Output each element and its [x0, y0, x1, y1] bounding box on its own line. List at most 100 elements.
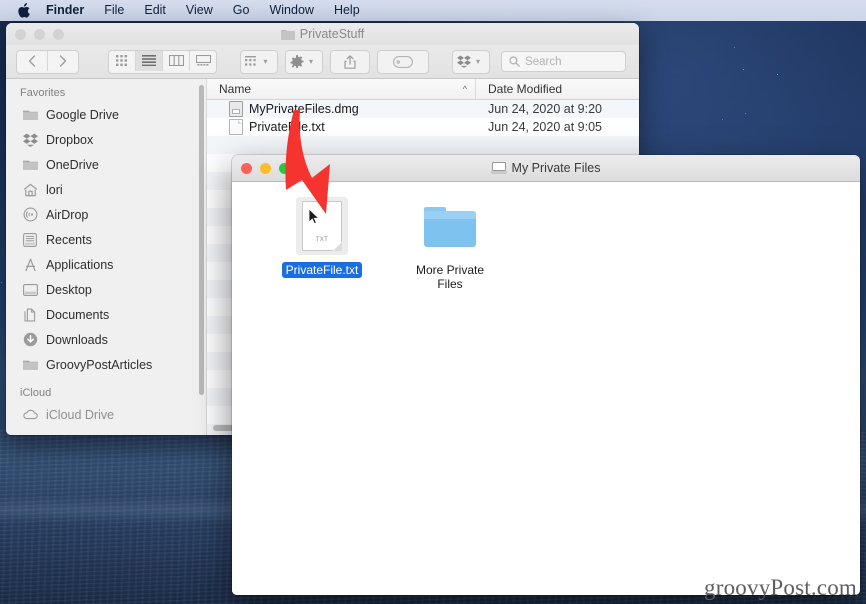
finder-titlebar: PrivateStuff	[6, 23, 639, 45]
search-icon	[509, 56, 520, 67]
menu-item-window[interactable]: Window	[259, 0, 323, 21]
finder-sidebar[interactable]: Favorites Google Drive Dropbox OneDrive	[6, 79, 207, 435]
front-window-body[interactable]: TXT PrivateFile.txt More Private Files	[232, 182, 860, 595]
recents-icon	[22, 232, 38, 248]
sidebar-item-label: GroovyPostArticles	[46, 357, 153, 372]
file-date-cell: Jun 24, 2020 at 9:05	[488, 120, 602, 134]
folder-shape	[424, 207, 476, 247]
folder-icon	[423, 197, 477, 257]
sidebar-scrollbar[interactable]	[199, 85, 204, 395]
sidebar-section-icloud: iCloud	[20, 387, 52, 399]
apple-logo-icon[interactable]	[16, 3, 30, 19]
sidebar-item-documents[interactable]: Documents	[6, 302, 206, 327]
menu-item-edit[interactable]: Edit	[134, 0, 176, 21]
file-item-privatefile-txt[interactable]: TXT PrivateFile.txt	[274, 197, 370, 279]
sidebar-item-dropbox[interactable]: Dropbox	[6, 127, 206, 152]
sidebar-item-label: Google Drive	[46, 107, 119, 122]
menu-item-help[interactable]: Help	[324, 0, 370, 21]
sidebar-item-label: lori	[46, 182, 63, 197]
sidebar-item-label: Desktop	[46, 282, 92, 297]
menu-bar: Finder File Edit View Go Window Help	[0, 0, 866, 21]
disk-volume-icon	[490, 162, 507, 174]
downloads-icon	[22, 332, 38, 348]
table-row[interactable]: PrivateFile.txt Jun 24, 2020 at 9:05	[207, 118, 639, 136]
front-window-title-text: My Private Files	[511, 161, 601, 175]
sidebar-item-label: Recents	[46, 232, 92, 247]
forward-button[interactable]	[48, 50, 78, 71]
folder-icon	[22, 107, 38, 123]
folder-item-label: More Private Files	[415, 263, 485, 291]
menu-item-file[interactable]: File	[94, 0, 134, 21]
home-icon	[22, 182, 38, 198]
sidebar-item-label: OneDrive	[46, 157, 99, 172]
finder-window-title-text: PrivateStuff	[299, 27, 365, 41]
documents-icon	[22, 307, 38, 323]
view-mode-buttons	[108, 49, 217, 74]
action-button[interactable]: ▾	[285, 49, 324, 74]
sort-ascending-icon: ^	[462, 84, 467, 94]
back-button[interactable]	[17, 50, 48, 71]
icon-view-icon[interactable]	[109, 50, 136, 71]
file-list-header: Name ^ Date Modified	[207, 79, 639, 100]
sidebar-item-label: Documents	[46, 307, 110, 322]
menu-item-view[interactable]: View	[176, 0, 223, 21]
tags-button[interactable]	[377, 49, 430, 74]
sidebar-item-lori[interactable]: lori	[6, 177, 206, 202]
text-document-icon	[229, 119, 243, 135]
sidebar-section-favorites: Favorites	[20, 87, 66, 99]
sidebar-item-groovypostarticles[interactable]: GroovyPostArticles	[6, 352, 206, 377]
finder-toolbar: ▾ ▾ ▾ Search	[6, 45, 639, 79]
menu-item-go[interactable]: Go	[223, 0, 260, 21]
file-name-cell: MyPrivateFiles.dmg	[207, 101, 476, 117]
dropbox-button[interactable]: ▾	[452, 49, 491, 74]
sidebar-item-recents[interactable]: Recents	[6, 227, 206, 252]
disk-image-icon	[229, 101, 243, 117]
dropbox-icon	[22, 132, 38, 148]
table-row[interactable]: MyPrivateFiles.dmg Jun 24, 2020 at 9:20	[207, 100, 639, 118]
menu-item-finder[interactable]: Finder	[36, 0, 94, 21]
chevron-down-icon: ▾	[476, 57, 481, 66]
sidebar-item-label: iCloud Drive	[46, 407, 115, 422]
share-button[interactable]	[330, 49, 371, 74]
sidebar-item-downloads[interactable]: Downloads	[6, 327, 206, 352]
front-window-titlebar: My Private Files	[232, 155, 860, 182]
sidebar-item-label: Downloads	[46, 332, 108, 347]
arrange-by-button[interactable]: ▾	[240, 49, 278, 74]
folder-item-more-private-files[interactable]: More Private Files	[402, 197, 498, 293]
search-input[interactable]: Search	[501, 51, 627, 72]
watermark: groovyPost.com	[704, 575, 857, 600]
sidebar-item-label: Dropbox	[46, 132, 94, 147]
file-date-cell: Jun 24, 2020 at 9:20	[488, 102, 602, 116]
finder-window-title: PrivateStuff	[6, 23, 639, 45]
navigation-buttons	[16, 49, 79, 74]
folder-icon	[280, 29, 295, 40]
chevron-down-icon: ▾	[309, 57, 314, 66]
file-name-cell: PrivateFile.txt	[207, 119, 476, 135]
desktop-icon	[22, 282, 38, 298]
cloud-icon	[22, 407, 38, 423]
sidebar-item-airdrop[interactable]: AirDrop	[6, 202, 206, 227]
sidebar-item-label: AirDrop	[46, 207, 89, 222]
column-header-date-modified[interactable]: Date Modified	[476, 82, 639, 96]
sidebar-item-onedrive[interactable]: OneDrive	[6, 152, 206, 177]
empty-row	[207, 136, 639, 154]
finder-window-my-private-files[interactable]: My Private Files TXT PrivateFile.txt Mor…	[232, 155, 860, 595]
search-placeholder: Search	[525, 55, 562, 68]
sidebar-item-applications[interactable]: Applications	[6, 252, 206, 277]
sidebar-item-label: Applications	[46, 257, 114, 272]
column-view-icon[interactable]	[163, 50, 190, 71]
sidebar-item-icloud-drive-clipped[interactable]: iCloud Drive	[6, 402, 206, 427]
file-type-badge: TXT	[315, 237, 329, 243]
sidebar-item-desktop[interactable]: Desktop	[6, 277, 206, 302]
airdrop-icon	[22, 207, 38, 223]
text-document-icon: TXT	[295, 197, 349, 257]
chevron-down-icon: ▾	[263, 57, 268, 66]
folder-body	[424, 211, 476, 247]
mouse-cursor-icon	[308, 208, 320, 225]
folder-icon	[22, 357, 38, 373]
column-header-name[interactable]: Name ^	[207, 79, 476, 99]
gallery-view-icon[interactable]	[190, 50, 216, 71]
sidebar-item-google-drive[interactable]: Google Drive	[6, 102, 206, 127]
front-window-title: My Private Files	[232, 155, 860, 181]
list-view-icon[interactable]	[136, 50, 163, 71]
